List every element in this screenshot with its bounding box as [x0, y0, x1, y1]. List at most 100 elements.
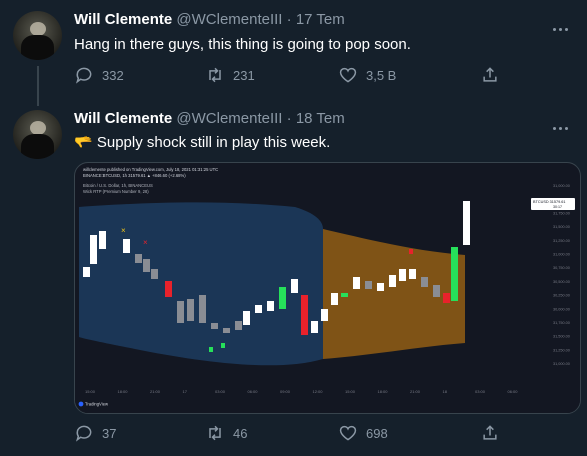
separator-dot: · — [286, 11, 292, 28]
like-count: 698 — [366, 425, 388, 441]
candle-34 — [451, 247, 458, 301]
avatar-head-shape — [30, 22, 46, 36]
tweet-text: 🫳 Supply shock still in play this week. — [74, 133, 330, 151]
candle-20 — [301, 295, 308, 335]
chart-image[interactable]: willclemente published on TradingView.co… — [74, 162, 581, 414]
tweet-header: Will Clemente @WClementeIII · 17 Tem — [74, 11, 345, 28]
chart-subtitle: Wick RTP (Premium Number 9, 28) — [83, 189, 149, 194]
candle-31 — [421, 277, 428, 287]
separator-dot: · — [286, 110, 292, 127]
chart-symbol-line: BINANCE:BTCUSD, 1h 31579.61 ▲ +846.60 (+… — [83, 173, 186, 178]
candle-23 — [331, 293, 338, 305]
retweet-count: 46 — [233, 425, 248, 441]
like-count: 3,5 B — [366, 67, 397, 83]
tweet-date[interactable]: 17 Tem — [296, 11, 345, 28]
reply-count: 332 — [102, 67, 124, 83]
more-options-icon[interactable] — [553, 18, 573, 31]
candle-30 — [409, 269, 416, 279]
like-button[interactable]: 698 — [338, 423, 388, 443]
tradingview-logo-icon — [78, 401, 84, 407]
y-axis-tick: 31,000.00 — [553, 253, 570, 257]
reply-icon — [75, 67, 92, 84]
y-axis-tick: 31,750.00 — [553, 211, 570, 215]
y-axis-tick: 30,500.00 — [553, 280, 570, 284]
candle-4 — [123, 239, 130, 253]
candle-5 — [135, 254, 142, 263]
tweet-date[interactable]: 18 Tem — [296, 110, 345, 127]
avatar-body-shape — [21, 35, 54, 60]
x-axis-tick: 03:00 — [475, 389, 486, 394]
candle-10 — [187, 299, 194, 321]
share-button[interactable] — [480, 423, 500, 443]
candle-35 — [463, 201, 470, 245]
heart-icon — [339, 67, 357, 83]
signal-square-marker — [409, 249, 413, 254]
signal-x-marker: × — [121, 226, 126, 235]
share-button[interactable] — [480, 65, 500, 85]
candle-1 — [83, 267, 90, 277]
x-axis-tick: 06:00 — [508, 389, 519, 394]
candle-32 — [433, 285, 440, 297]
y-axis-tick: 30,250.00 — [553, 294, 570, 298]
reply-button[interactable]: 37 — [74, 423, 116, 443]
candle-33 — [443, 293, 450, 303]
x-axis-tick: 18:00 — [118, 389, 129, 394]
like-button[interactable]: 3,5 B — [338, 65, 396, 85]
hand-emoji-icon: 🫳 — [74, 134, 93, 151]
y-axis-tick: 31,250.00 — [553, 348, 570, 352]
y-axis-tick: 31,250.00 — [553, 239, 570, 243]
candle-19 — [291, 279, 298, 293]
avatar[interactable] — [13, 110, 62, 159]
thread-line — [37, 66, 39, 106]
reply-count: 37 — [102, 425, 117, 441]
candle-26 — [365, 281, 372, 289]
avatar-body-shape — [21, 134, 54, 159]
candle-3 — [99, 231, 106, 249]
x-axis-tick: 21:00 — [410, 389, 421, 394]
tweet-actions: 332 231 3,5 B — [74, 65, 544, 87]
share-icon — [483, 67, 497, 82]
user-handle[interactable]: @WClementeIII — [176, 110, 282, 127]
candle-24 — [341, 293, 348, 297]
candle-7 — [151, 269, 158, 279]
x-axis-tick: 18:00 — [378, 389, 389, 394]
y-axis-tick: 31,750.00 — [553, 321, 570, 325]
candle-12 — [211, 323, 218, 329]
tweet-actions: 37 46 698 — [74, 423, 544, 445]
avatar-head-shape — [30, 121, 46, 135]
tweet-text: Hang in there guys, this thing is going … — [74, 36, 411, 53]
x-axis-tick: 12:00 — [313, 389, 324, 394]
candle-27 — [377, 283, 384, 291]
x-axis-tick: 06:00 — [248, 389, 259, 394]
volatility-band-blue — [79, 202, 323, 366]
y-axis-tick: 31,000.00 — [553, 184, 570, 188]
candle-25 — [353, 277, 360, 289]
price-badge-label: BTCUSD 31579.61 — [533, 200, 566, 204]
more-options-icon[interactable] — [553, 117, 573, 130]
display-name[interactable]: Will Clemente — [74, 110, 172, 127]
candle-6 — [143, 259, 150, 272]
x-axis-tick: 17 — [183, 389, 188, 394]
avatar[interactable] — [13, 11, 62, 60]
x-axis-tick: 15:00 — [85, 389, 96, 394]
retweet-button[interactable]: 231 — [205, 65, 255, 85]
display-name[interactable]: Will Clemente — [74, 11, 172, 28]
y-axis-tick: 30,750.00 — [553, 266, 570, 270]
candle-2 — [90, 235, 97, 264]
candle-14 — [235, 321, 242, 330]
retweet-count: 231 — [233, 67, 255, 83]
heart-icon — [339, 425, 357, 441]
retweet-button[interactable]: 46 — [205, 423, 247, 443]
y-axis-tick: 30,000.00 — [553, 307, 570, 311]
reply-icon — [75, 425, 92, 442]
x-axis-tick: 15:00 — [345, 389, 356, 394]
candle-8 — [165, 281, 172, 297]
candle-21 — [311, 321, 318, 333]
user-handle[interactable]: @WClementeIII — [176, 11, 282, 28]
share-icon — [483, 425, 497, 440]
reply-button[interactable]: 332 — [74, 65, 124, 85]
signal-square-marker — [221, 343, 225, 348]
tweet-text-body: Supply shock still in play this week. — [96, 134, 331, 151]
chart-title: Bitcoin / U.S. Dollar, 1h, BINANCEUS — [83, 183, 153, 188]
price-badge-sub: 30:17 — [553, 205, 562, 209]
